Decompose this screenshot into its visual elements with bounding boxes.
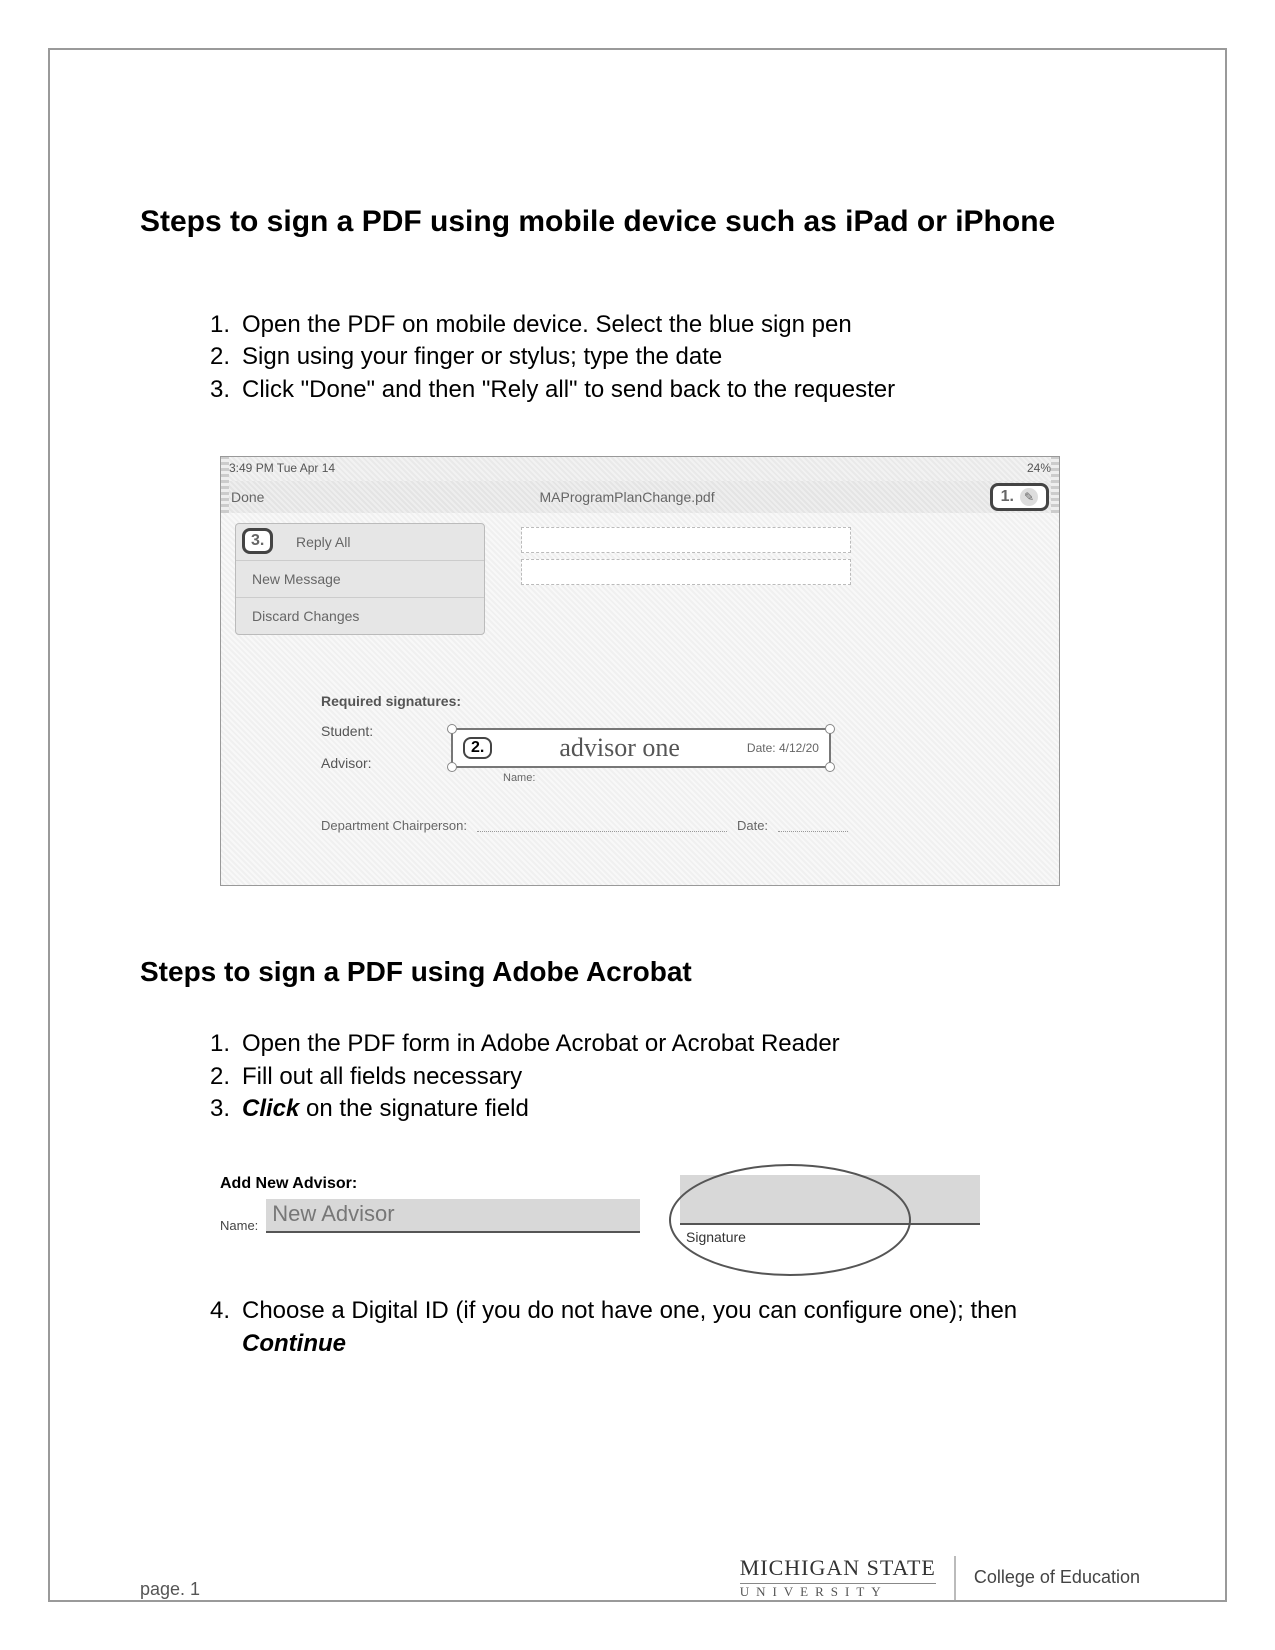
section2-title: Steps to sign a PDF using Adobe Acrobat <box>140 956 1140 988</box>
acrobat-illustration: Add New Advisor: Name: New Advisor Signa… <box>220 1175 1140 1245</box>
step-2: 2.Sign using your finger or stylus; type… <box>210 341 1140 373</box>
step2-2: 2.Fill out all fields necessary <box>210 1061 1140 1093</box>
step2-4: 4.Choose a Digital ID (if you do not hav… <box>210 1295 1140 1360</box>
signature-caption: Signature <box>686 1229 980 1245</box>
pdf-topbar: Done MAProgramPlanChange.pdf 1. ✎ <box>221 481 1059 513</box>
status-time: 3:49 PM Tue Apr 14 <box>229 461 335 477</box>
college-name: College of Education <box>974 1567 1140 1588</box>
section1-steps: 1.Open the PDF on mobile device. Select … <box>210 309 1140 406</box>
signature-date: Date: 4/12/20 <box>747 741 819 755</box>
step-1: 1.Open the PDF on mobile device. Select … <box>210 309 1140 341</box>
pdf-body: 3. Reply All New Message Discard Changes… <box>221 513 1059 885</box>
step2-3: 3.Click on the signature field <box>210 1093 1140 1125</box>
page-number: page. 1 <box>140 1579 200 1600</box>
form-fields <box>521 521 851 591</box>
advisor-name-field[interactable]: New Advisor <box>266 1199 640 1233</box>
callout-1: 1. ✎ <box>990 483 1049 511</box>
form-field[interactable] <box>521 559 851 585</box>
required-signatures-label: Required signatures: <box>321 693 461 709</box>
student-label: Student: <box>321 723 461 739</box>
form-field[interactable] <box>521 527 851 553</box>
dept-chair-row: Department Chairperson: Date: <box>321 818 848 833</box>
date-line[interactable] <box>778 820 848 832</box>
menu-item-discard[interactable]: Discard Changes <box>236 598 484 634</box>
ios-statusbar: 3:49 PM Tue Apr 14 24% <box>221 457 1059 481</box>
share-menu: 3. Reply All New Message Discard Changes <box>235 523 485 635</box>
sign-pen-icon[interactable]: ✎ <box>1020 488 1038 506</box>
signature-field[interactable] <box>680 1175 980 1225</box>
footer-divider <box>954 1556 956 1600</box>
signature-line[interactable] <box>477 820 727 832</box>
mobile-screenshot: 3:49 PM Tue Apr 14 24% Done MAProgramPla… <box>220 456 1060 886</box>
dept-date-label: Date: <box>737 818 768 833</box>
required-signatures-block: Required signatures: Student: Advisor: <box>321 693 461 787</box>
msu-logo: MICHIGAN STATE UNIVERSITY <box>740 1555 936 1600</box>
callout-3: 3. <box>242 528 273 554</box>
add-advisor-label: Add New Advisor: <box>220 1175 640 1193</box>
section1-title: Steps to sign a PDF using mobile device … <box>140 205 1140 239</box>
menu-item-reply-all[interactable]: 3. Reply All <box>236 524 484 561</box>
section2-steps-b: 4.Choose a Digital ID (if you do not hav… <box>210 1295 1140 1360</box>
done-button[interactable]: Done <box>231 489 264 505</box>
pdf-title: MAProgramPlanChange.pdf <box>540 489 715 505</box>
signature-handwriting: advisor one <box>559 733 680 763</box>
signature-field-block: Signature <box>680 1175 980 1245</box>
callout-2: 2. <box>463 737 492 759</box>
section2-steps-a: 1.Open the PDF form in Adobe Acrobat or … <box>210 1028 1140 1125</box>
step2-1: 1.Open the PDF form in Adobe Acrobat or … <box>210 1028 1140 1060</box>
add-advisor-block: Add New Advisor: Name: New Advisor <box>220 1175 640 1233</box>
advisor-label: Advisor: <box>321 755 461 771</box>
page-footer: page. 1 MICHIGAN STATE UNIVERSITY Colleg… <box>140 1555 1140 1600</box>
dept-chair-label: Department Chairperson: <box>321 818 467 833</box>
status-battery: 24% <box>1027 461 1051 477</box>
step-3: 3.Click "Done" and then "Rely all" to se… <box>210 374 1140 406</box>
menu-item-new-message[interactable]: New Message <box>236 561 484 598</box>
name-label: Name: <box>220 1218 258 1233</box>
page-content: Steps to sign a PDF using mobile device … <box>140 205 1140 1410</box>
signature-box[interactable]: 2. advisor one Date: 4/12/20 Name: <box>451 728 831 768</box>
signature-name-label: Name: <box>503 772 535 784</box>
